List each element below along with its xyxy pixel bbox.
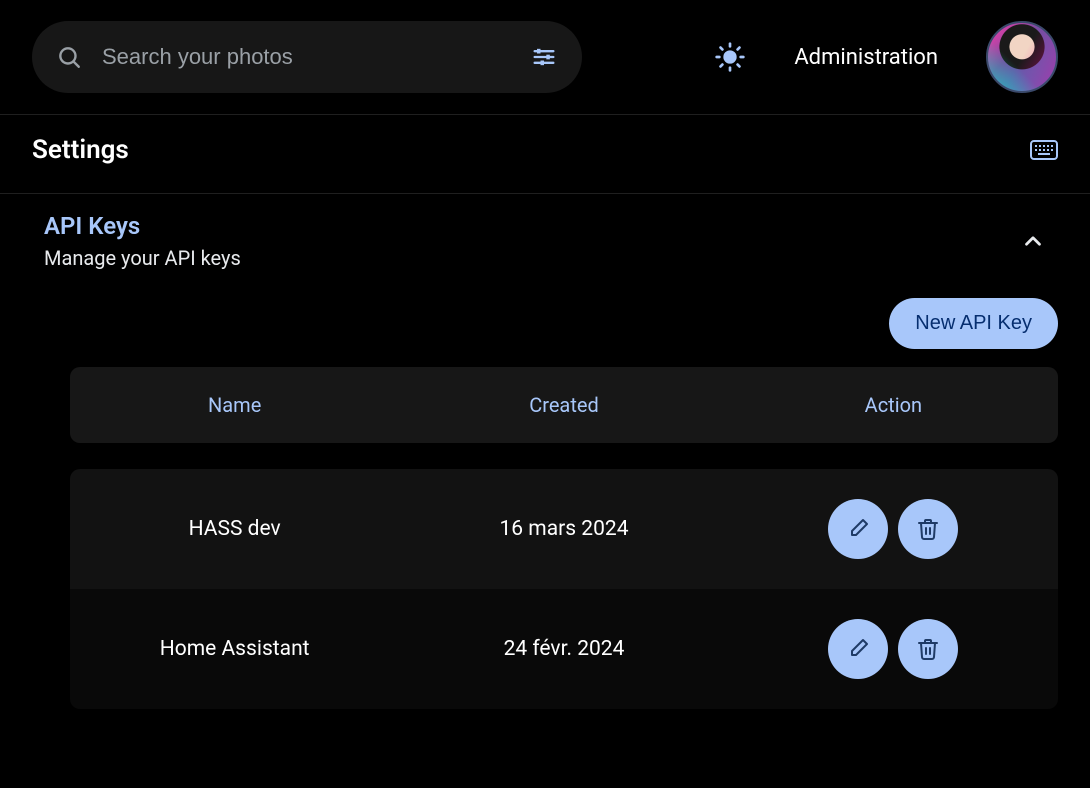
- delete-button[interactable]: [898, 619, 958, 679]
- table-row: HASS dev 16 mars 2024: [70, 469, 1058, 589]
- column-header-action: Action: [729, 393, 1058, 417]
- cell-actions: [729, 619, 1058, 679]
- column-header-name: Name: [70, 393, 399, 417]
- trash-icon: [916, 637, 940, 661]
- new-api-key-button[interactable]: New API Key: [889, 298, 1058, 349]
- edit-button[interactable]: [828, 619, 888, 679]
- search-box[interactable]: [32, 21, 582, 93]
- section-actions: New API Key: [0, 280, 1090, 367]
- cell-created: 24 févr. 2024: [399, 637, 728, 661]
- search-input[interactable]: [102, 44, 510, 70]
- cell-created: 16 mars 2024: [399, 517, 728, 541]
- search-icon: [56, 44, 82, 70]
- table-row: Home Assistant 24 févr. 2024: [70, 589, 1058, 709]
- administration-link[interactable]: Administration: [794, 45, 938, 70]
- avatar[interactable]: [986, 21, 1058, 93]
- api-keys-table: Name Created Action HASS dev 16 mars 202…: [0, 367, 1090, 709]
- delete-button[interactable]: [898, 499, 958, 559]
- pencil-icon: [846, 517, 870, 541]
- section-title: API Keys: [44, 212, 241, 240]
- theme-toggle-icon[interactable]: [714, 41, 746, 73]
- cell-name: Home Assistant: [70, 637, 399, 661]
- section-subtitle: Manage your API keys: [44, 246, 241, 270]
- chevron-up-icon[interactable]: [1020, 228, 1046, 254]
- table-header: Name Created Action: [70, 367, 1058, 443]
- column-header-created: Created: [399, 393, 728, 417]
- filter-icon[interactable]: [530, 43, 558, 71]
- top-bar: Administration: [0, 0, 1090, 114]
- cell-actions: [729, 499, 1058, 559]
- section-header[interactable]: API Keys Manage your API keys: [0, 194, 1090, 280]
- settings-header: Settings: [0, 115, 1090, 193]
- edit-button[interactable]: [828, 499, 888, 559]
- trash-icon: [916, 517, 940, 541]
- cell-name: HASS dev: [70, 517, 399, 541]
- keyboard-icon[interactable]: [1030, 140, 1058, 160]
- pencil-icon: [846, 637, 870, 661]
- page-title: Settings: [32, 135, 129, 165]
